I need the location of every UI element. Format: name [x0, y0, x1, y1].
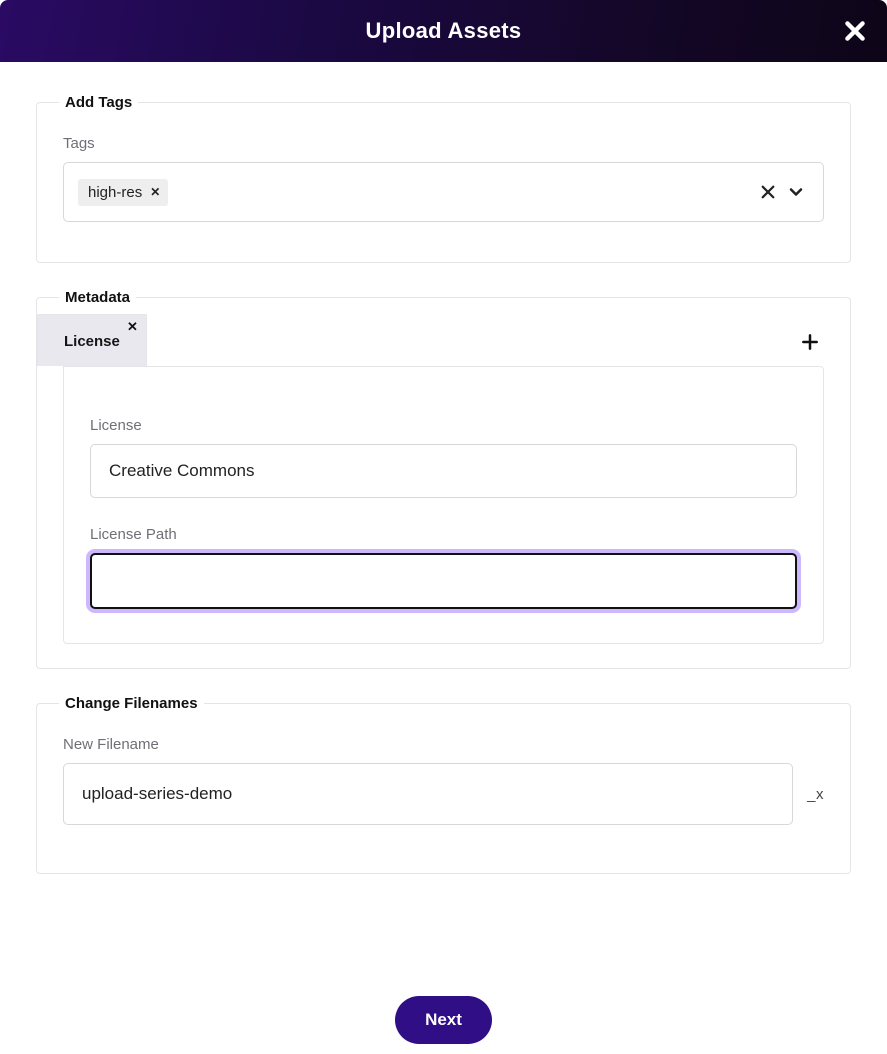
filename-suffix: _x	[807, 786, 824, 803]
tag-chip: high-res ✕	[78, 179, 168, 206]
modal-footer: Next	[0, 974, 887, 1054]
license-label: License	[90, 417, 797, 434]
next-button[interactable]: Next	[395, 996, 492, 1044]
chevron-down-icon[interactable]	[785, 181, 807, 203]
license-path-field-group: License Path	[90, 526, 797, 609]
license-input[interactable]	[90, 444, 797, 498]
modal-header: Upload Assets	[0, 0, 887, 62]
tags-chip-list: high-res ✕	[78, 179, 747, 206]
modal-title: Upload Assets	[366, 18, 522, 44]
metadata-tabs: License ✕	[37, 314, 850, 366]
tags-combobox[interactable]: high-res ✕	[63, 162, 824, 222]
metadata-section: Metadata License ✕ License	[36, 289, 851, 669]
change-filenames-section: Change Filenames New Filename _x	[36, 695, 851, 874]
change-filenames-legend: Change Filenames	[59, 695, 204, 712]
tab-license-label: License	[64, 333, 120, 350]
tags-clear-icon[interactable]	[757, 181, 779, 203]
tags-label: Tags	[63, 135, 824, 152]
tag-chip-label: high-res	[88, 184, 142, 201]
modal-body: Add Tags Tags high-res ✕	[0, 62, 887, 874]
tag-chip-remove-icon[interactable]: ✕	[150, 185, 160, 199]
metadata-panel: License License Path	[63, 366, 824, 644]
upload-assets-modal: Upload Assets Add Tags Tags high-res ✕	[0, 0, 887, 1054]
tab-license[interactable]: License ✕	[37, 314, 147, 366]
license-path-input[interactable]	[90, 553, 797, 609]
add-tags-section: Add Tags Tags high-res ✕	[36, 94, 851, 263]
new-filename-input[interactable]	[63, 763, 793, 825]
tab-close-icon[interactable]: ✕	[127, 319, 138, 335]
new-filename-label: New Filename	[63, 736, 824, 753]
license-path-label: License Path	[90, 526, 797, 543]
metadata-legend: Metadata	[59, 289, 136, 306]
filename-row: _x	[63, 763, 824, 825]
tags-actions	[757, 181, 809, 203]
license-field-group: License	[90, 417, 797, 498]
close-icon[interactable]	[839, 15, 871, 47]
add-metadata-tab-button[interactable]	[796, 328, 824, 356]
add-tags-legend: Add Tags	[59, 94, 138, 111]
